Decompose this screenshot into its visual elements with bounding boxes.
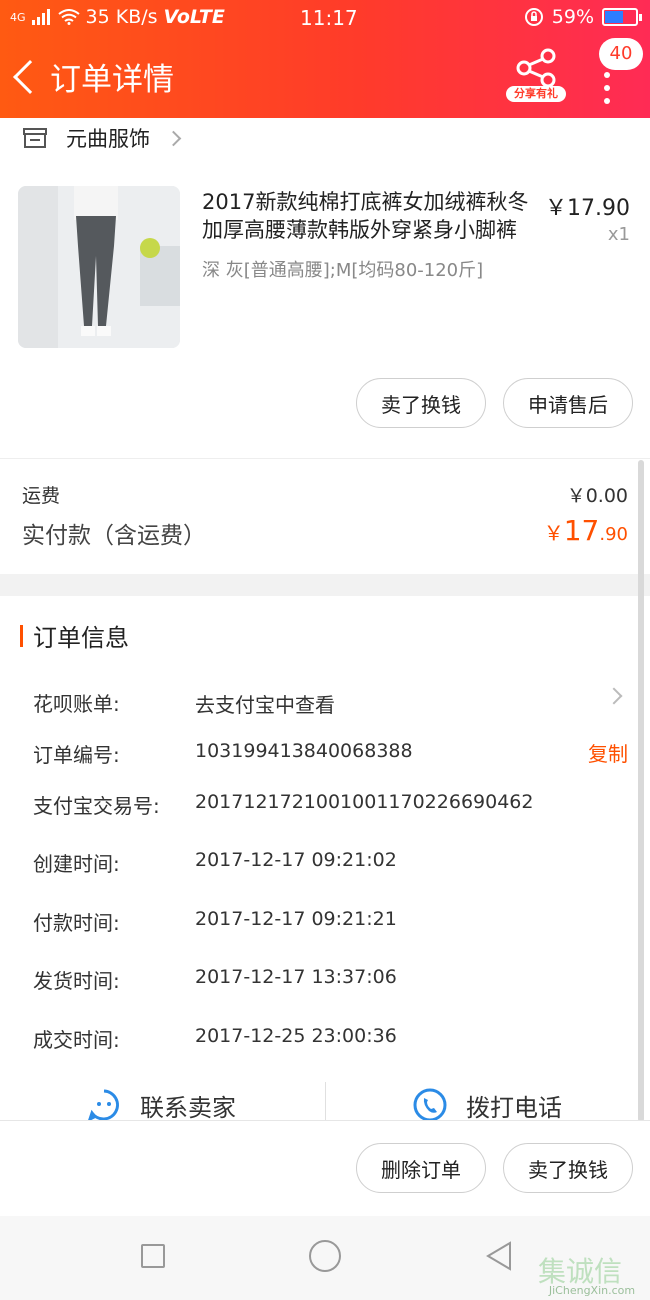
huabei-label: 花呗账单:: [33, 692, 120, 716]
rotation-lock-icon: [524, 8, 543, 26]
product-price: ￥17.90: [545, 196, 630, 221]
scrollbar[interactable]: [638, 460, 644, 1122]
shipped-time-value: 2017-12-17 13:37:06: [195, 966, 397, 988]
shop-name: 元曲服饰: [66, 127, 150, 151]
volte-label: VoLTE: [163, 6, 225, 28]
watermark: 集诚信 JiChengXin.com: [534, 1250, 650, 1300]
created-time-value: 2017-12-17 09:21:02: [195, 849, 397, 871]
shop-row[interactable]: 元曲服饰: [22, 122, 182, 154]
paid-time-label: 付款时间:: [33, 911, 120, 935]
back-triangle-icon[interactable]: [484, 1240, 514, 1272]
battery-percent: 59%: [551, 6, 594, 28]
status-bar: 4G 35 KB/s VoLTE 11:17 59%: [0, 0, 650, 36]
order-number-value: 103199413840068388: [195, 740, 413, 762]
shipped-time-label: 发货时间:: [33, 969, 120, 993]
alipay-trade-value: 2017121721001001170226690462: [195, 791, 534, 813]
order-number-label: 订单编号:: [33, 743, 120, 767]
deal-time-value: 2017-12-25 23:00:36: [195, 1025, 397, 1047]
network-speed: 35 KB/s: [85, 6, 158, 28]
sell-for-cash-bottom-button[interactable]: 卖了换钱: [503, 1143, 633, 1193]
created-time-label: 创建时间:: [33, 852, 120, 876]
chevron-right-icon: [605, 687, 623, 705]
status-time: 11:17: [300, 6, 358, 30]
divider: [0, 458, 650, 459]
more-dots-icon: [604, 72, 610, 111]
share-button[interactable]: 分享有礼: [506, 48, 566, 106]
nav-bar: 订单详情 分享有礼: [0, 40, 650, 118]
chevron-right-icon: [165, 130, 182, 146]
order-info-title: 订单信息: [20, 618, 129, 653]
phone-icon: [413, 1088, 447, 1122]
product-item[interactable]: 2017新款纯棉打底裤女加绒裤秋冬加厚高腰薄款韩版外穿紧身小脚裤 深 灰[普通高…: [0, 180, 650, 360]
wifi-icon: [57, 9, 80, 25]
paid-integer: 17: [563, 514, 600, 547]
status-left: 4G 35 KB/s VoLTE: [10, 6, 225, 28]
store-icon: [23, 128, 47, 148]
share-reward-label: 分享有礼: [506, 86, 566, 102]
home-icon[interactable]: [309, 1240, 341, 1272]
order-info-heading: 订单信息: [33, 624, 129, 652]
product-title: 2017新款纯棉打底裤女加绒裤秋冬加厚高腰薄款韩版外穿紧身小脚裤: [202, 190, 529, 242]
contact-seller-label: 联系卖家: [140, 1093, 236, 1122]
signal-bars-icon: [31, 9, 50, 25]
delete-order-button[interactable]: 删除订单: [356, 1143, 486, 1193]
back-button[interactable]: 订单详情: [8, 54, 174, 99]
battery-level: [605, 11, 623, 23]
alipay-trade-label: 支付宝交易号:: [33, 794, 160, 818]
section-accent-bar: [20, 624, 23, 647]
product-image: [18, 186, 180, 348]
paid-time-value: 2017-12-17 09:21:21: [195, 908, 397, 930]
back-chevron-icon: [13, 59, 47, 94]
huabei-link[interactable]: 去支付宝中查看: [195, 689, 335, 718]
signal-icon: 4G: [10, 10, 26, 24]
message-badge[interactable]: 40: [599, 38, 643, 70]
shipping-label: 运费: [22, 485, 61, 507]
after-sale-button[interactable]: 申请售后: [503, 378, 633, 428]
shipping-value: ￥0.00: [566, 485, 628, 507]
app-header: 4G 35 KB/s VoLTE 11:17 59% 订单详情 分享有礼 40: [0, 0, 650, 118]
battery-icon: [602, 8, 642, 26]
watermark-text: JiChengXin.com: [548, 1284, 636, 1297]
product-sku: 深 灰[普通高腰];M[均码80-120斤]: [202, 260, 484, 281]
bottom-action-bar: 删除订单 卖了换钱: [0, 1120, 650, 1216]
section-separator: [0, 574, 650, 596]
paid-amount-label: 实付款（含运费）: [22, 523, 206, 549]
copy-button[interactable]: 复制: [588, 738, 628, 767]
paid-amount-value: ￥17.90: [544, 514, 628, 547]
paid-currency: ￥: [543, 521, 564, 545]
paid-decimal: .90: [599, 524, 628, 545]
chat-icon: [87, 1089, 119, 1122]
sell-for-cash-button[interactable]: 卖了换钱: [356, 378, 486, 428]
share-icon: [516, 48, 556, 88]
product-quantity: x1: [607, 224, 630, 245]
leggings-photo-icon: [18, 186, 180, 348]
status-right: 59%: [524, 6, 642, 28]
contact-divider: [325, 1082, 326, 1122]
deal-time-label: 成交时间:: [33, 1028, 120, 1052]
recent-apps-icon[interactable]: [141, 1244, 165, 1268]
page-title: 订单详情: [50, 62, 174, 98]
call-phone-label: 拨打电话: [466, 1093, 562, 1122]
